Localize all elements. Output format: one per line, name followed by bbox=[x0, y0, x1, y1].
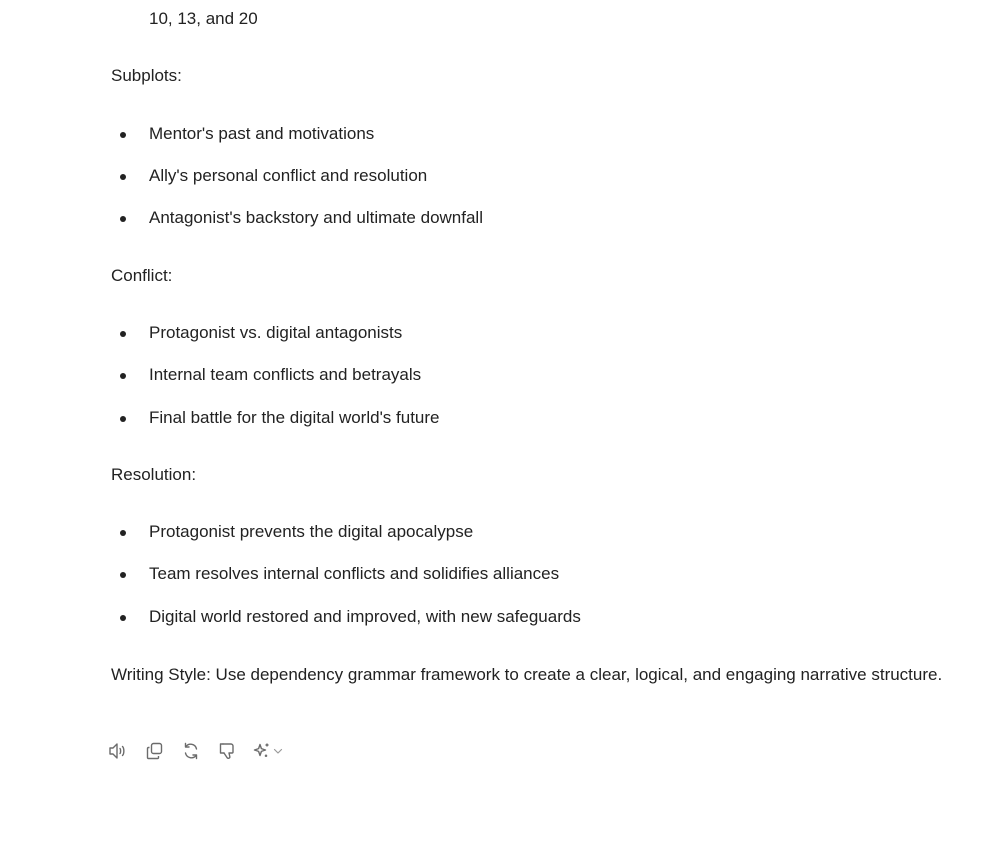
list-item: Digital world restored and improved, wit… bbox=[111, 604, 971, 630]
bullet-dot bbox=[120, 530, 126, 536]
list-item: Ally's personal conflict and resolution bbox=[111, 163, 971, 189]
bullet-dot bbox=[120, 174, 126, 180]
bullet-dot bbox=[120, 373, 126, 379]
regenerate-button[interactable] bbox=[180, 740, 202, 762]
writing-style-paragraph: Writing Style: Use dependency grammar fr… bbox=[111, 665, 943, 684]
section-heading: Resolution: bbox=[111, 465, 197, 484]
copy-icon bbox=[146, 742, 163, 760]
section-subplots: Subplots: Mentor's past and motivations … bbox=[111, 63, 971, 231]
list-item-text: Protagonist vs. digital antagonists bbox=[149, 323, 403, 342]
list-item-text: Team resolves internal conflicts and sol… bbox=[149, 564, 560, 583]
read-aloud-button[interactable] bbox=[108, 740, 130, 762]
bullet-dot bbox=[120, 331, 126, 337]
bullet-list: Protagonist prevents the digital apocaly… bbox=[111, 519, 971, 630]
list-item: Antagonist's backstory and ultimate down… bbox=[111, 205, 971, 231]
message-action-bar bbox=[108, 740, 283, 762]
thumbs-down-button[interactable] bbox=[216, 740, 238, 762]
bullet-dot bbox=[120, 572, 126, 578]
more-actions-button[interactable] bbox=[252, 741, 283, 761]
list-item-text: Ally's personal conflict and resolution bbox=[149, 166, 428, 185]
bullet-list: Mentor's past and motivations Ally's per… bbox=[111, 121, 971, 231]
chevron-down-icon bbox=[273, 748, 283, 754]
list-item: Team resolves internal conflicts and sol… bbox=[111, 561, 971, 587]
list-item-text: Antagonist's backstory and ultimate down… bbox=[149, 208, 483, 227]
bullet-dot bbox=[120, 615, 126, 621]
list-item-text: Mentor's past and motivations bbox=[149, 124, 375, 143]
bullet-dot bbox=[120, 132, 126, 138]
thumbs-down-icon bbox=[219, 743, 234, 759]
list-item: Internal team conflicts and betrayals bbox=[111, 362, 971, 388]
list-item: Protagonist prevents the digital apocaly… bbox=[111, 519, 971, 545]
bullet-dot bbox=[120, 216, 126, 222]
bullet-dot bbox=[120, 416, 126, 422]
list-continuation-text: 10, 13, and 20 bbox=[149, 9, 258, 28]
list-item-text: Protagonist prevents the digital apocaly… bbox=[149, 522, 474, 541]
section-resolution: Resolution: Protagonist prevents the dig… bbox=[111, 462, 971, 630]
list-item: Final battle for the digital world's fut… bbox=[111, 405, 971, 431]
bullet-list: Protagonist vs. digital antagonists Inte… bbox=[111, 320, 971, 431]
sparkle-icon bbox=[253, 743, 269, 757]
list-item-text: Digital world restored and improved, wit… bbox=[149, 607, 581, 626]
assistant-message: 10, 13, and 20 Subplots: Mentor's past a… bbox=[111, 0, 971, 684]
section-heading: Conflict: bbox=[111, 266, 173, 285]
speaker-icon bbox=[109, 743, 125, 759]
list-item: Protagonist vs. digital antagonists bbox=[111, 320, 971, 346]
copy-button[interactable] bbox=[144, 740, 166, 762]
list-item-text: Internal team conflicts and betrayals bbox=[149, 365, 422, 384]
regenerate-icon bbox=[184, 742, 198, 760]
section-conflict: Conflict: Protagonist vs. digital antago… bbox=[111, 263, 971, 431]
list-item: Mentor's past and motivations bbox=[111, 121, 971, 147]
list-item-text: Final battle for the digital world's fut… bbox=[149, 408, 440, 427]
section-heading: Subplots: bbox=[111, 66, 182, 85]
